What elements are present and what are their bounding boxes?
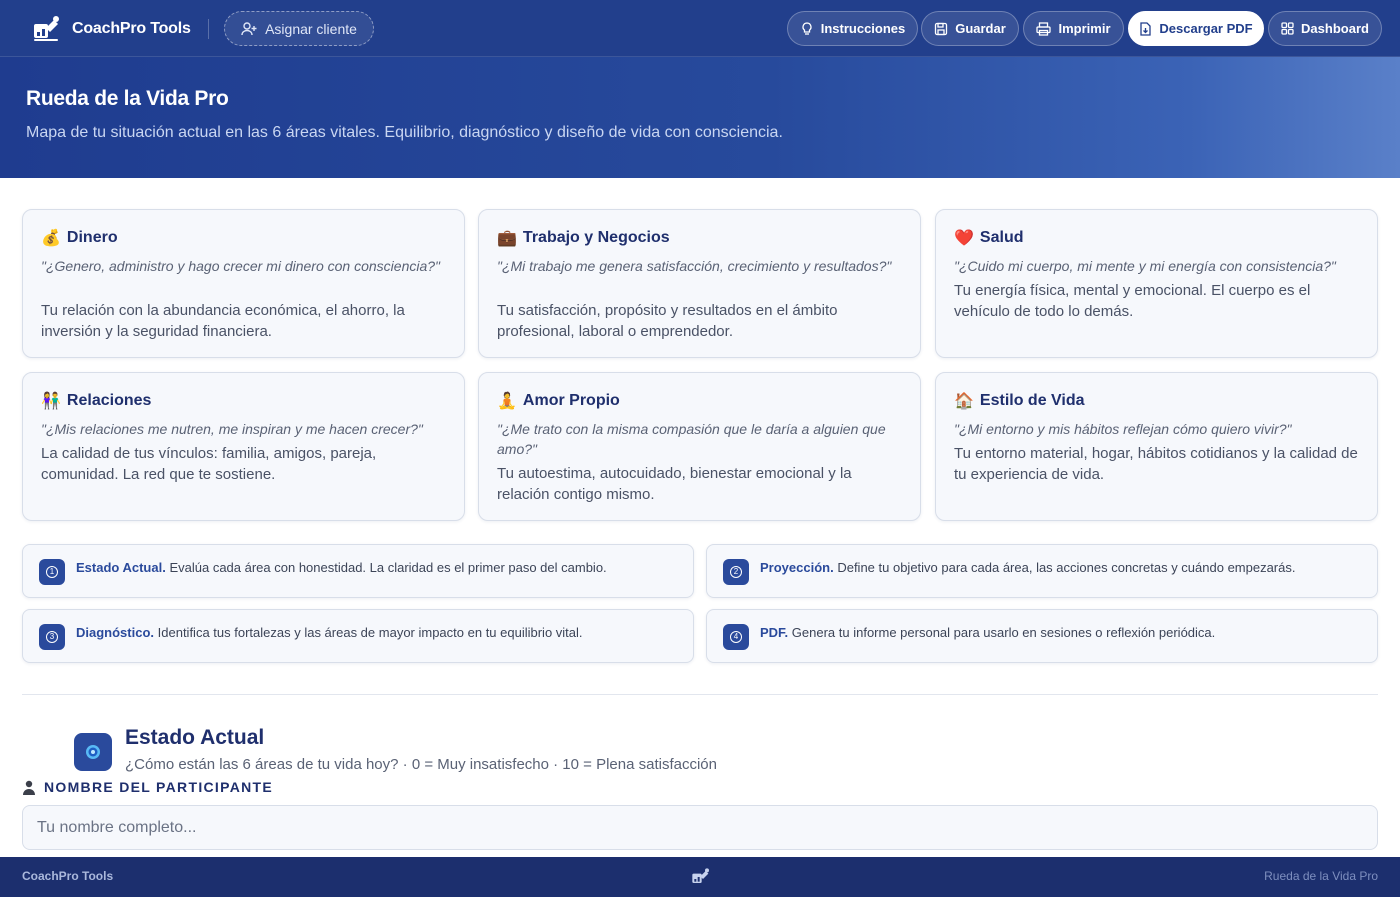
target-icon: [74, 733, 112, 771]
step-card-proyeccion: 2 Proyección. Define tu objetivo para ca…: [706, 544, 1378, 598]
heart-icon: ❤️: [954, 230, 974, 247]
brand-logo-icon: [32, 14, 62, 44]
print-button[interactable]: Imprimir: [1023, 11, 1124, 46]
divider: [208, 19, 209, 39]
area-description: La calidad de tus vínculos: familia, ami…: [41, 445, 377, 483]
step-title: PDF.: [760, 625, 789, 640]
area-description: Tu energía física, mental y emocional. E…: [954, 282, 1311, 320]
money-bag-icon: 💰: [41, 230, 61, 247]
step-description: Genera tu informe personal para usarlo e…: [791, 625, 1216, 640]
brand[interactable]: CoachPro Tools: [32, 14, 191, 44]
lightbulb-icon: [802, 21, 812, 35]
step-card-estado-actual: 1 Estado Actual. Evalúa cada área con ho…: [22, 544, 694, 598]
top-bar: CoachPro Tools Asignar cliente Instrucci…: [0, 0, 1400, 57]
area-title: Amor Propio: [522, 392, 620, 409]
area-title: Trabajo y Negocios: [522, 229, 670, 246]
download-pdf-button[interactable]: Descargar PDF: [1128, 11, 1264, 46]
area-description: Tu relación con la abundancia económica,…: [41, 302, 405, 340]
area-card-estilo-de-vida: 🏠 Estilo de Vida "¿Mi entorno y mis hábi…: [935, 372, 1378, 521]
area-quote: "¿Mis relaciones me nutren, me inspiran …: [41, 421, 423, 437]
assign-client-label: Asignar cliente: [265, 20, 357, 37]
save-button[interactable]: Guardar: [921, 11, 1019, 46]
area-card-relaciones: 👫 Relaciones "¿Mis relaciones me nutren,…: [22, 372, 465, 521]
grid-icon: [1281, 22, 1294, 35]
save-icon: [935, 22, 948, 35]
step-text: PDF. Genera tu informe personal para usa…: [760, 624, 1365, 642]
page-subtitle: Mapa de tu situación actual en las 6 áre…: [26, 124, 783, 141]
dashboard-label: Dashboard: [1301, 21, 1369, 36]
step-number-badge: 2: [723, 559, 749, 585]
person-icon: [23, 780, 35, 795]
download-file-icon: [1140, 21, 1152, 36]
participant-label-text: NOMBRE DEL PARTICIPANTE: [44, 779, 274, 795]
step-title: Proyección.: [760, 560, 834, 575]
footer: CoachPro Tools Rueda de la Vida Pro: [0, 857, 1400, 897]
step-description: Define tu objetivo para cada área, las a…: [837, 560, 1296, 575]
area-quote: "¿Mi entorno y mis hábitos reflejan cómo…: [954, 421, 1292, 437]
area-card-title: 🏠 Estilo de Vida: [954, 391, 1085, 411]
step-number-badge: 4: [723, 624, 749, 650]
area-card-title: ❤️ Salud: [954, 228, 1023, 248]
step-number: 2: [730, 566, 742, 578]
footer-logo-icon: [691, 867, 711, 887]
area-card-title: 💰 Dinero: [41, 228, 118, 248]
briefcase-icon: 💼: [497, 230, 517, 247]
area-quote: "¿Me trato con la misma compasión que le…: [497, 421, 886, 457]
step-number-badge: 3: [39, 624, 65, 650]
area-quote: "¿Genero, administro y hago crecer mi di…: [41, 258, 441, 274]
section-title: Estado Actual: [125, 726, 265, 749]
page-title: Rueda de la Vida Pro: [26, 87, 229, 110]
instructions-button[interactable]: Instrucciones: [787, 11, 918, 46]
hero-banner: Rueda de la Vida Pro Mapa de tu situació…: [0, 57, 1400, 178]
area-title: Dinero: [66, 229, 118, 246]
save-label: Guardar: [955, 21, 1006, 36]
area-card-amor-propio: 🧘 Amor Propio "¿Me trato con la misma co…: [478, 372, 921, 521]
assign-client-button[interactable]: Asignar cliente: [224, 11, 374, 46]
download-pdf-label: Descargar PDF: [1159, 21, 1253, 36]
area-description: Tu entorno material, hogar, hábitos coti…: [954, 445, 1358, 483]
area-card-salud: ❤️ Salud "¿Cuido mi cuerpo, mi mente y m…: [935, 209, 1378, 358]
section-divider: [22, 694, 1378, 695]
participant-name-input[interactable]: [22, 805, 1378, 850]
area-description: Tu satisfacción, propósito y resultados …: [497, 302, 838, 340]
step-number: 4: [730, 631, 742, 643]
area-quote: "¿Cuido mi cuerpo, mi mente y mi energía…: [954, 258, 1336, 274]
area-description: Tu autoestima, autocuidado, bienestar em…: [497, 465, 852, 503]
house-icon: 🏠: [954, 393, 974, 410]
area-title: Relaciones: [66, 392, 152, 409]
step-number: 3: [46, 631, 58, 643]
area-title: Salud: [979, 229, 1024, 246]
area-quote: "¿Mi trabajo me genera satisfacción, cre…: [497, 258, 892, 274]
step-title: Diagnóstico.: [76, 625, 155, 640]
step-text: Diagnóstico. Identifica tus fortalezas y…: [76, 624, 681, 642]
footer-page-name: Rueda de la Vida Pro: [1264, 869, 1378, 883]
step-text: Proyección. Define tu objetivo para cada…: [760, 559, 1365, 577]
step-description: Evalúa cada área con honestidad. La clar…: [169, 560, 607, 575]
step-description: Identifica tus fortalezas y las áreas de…: [157, 625, 583, 640]
step-card-pdf: 4 PDF. Genera tu informe personal para u…: [706, 609, 1378, 663]
area-card-trabajo: 💼 Trabajo y Negocios "¿Mi trabajo me gen…: [478, 209, 921, 358]
meditation-icon: 🧘: [497, 393, 517, 410]
brand-name: CoachPro Tools: [72, 20, 191, 37]
step-card-diagnostico: 3 Diagnóstico. Identifica tus fortalezas…: [22, 609, 694, 663]
area-card-title: 💼 Trabajo y Negocios: [497, 228, 670, 248]
add-user-icon: [241, 21, 257, 35]
area-title: Estilo de Vida: [979, 392, 1085, 409]
footer-brand: CoachPro Tools: [22, 869, 114, 883]
area-card-title: 🧘 Amor Propio: [497, 391, 620, 411]
print-label: Imprimir: [1058, 21, 1111, 36]
step-number: 1: [46, 566, 58, 578]
step-title: Estado Actual.: [76, 560, 166, 575]
step-number-badge: 1: [39, 559, 65, 585]
instructions-label: Instrucciones: [820, 21, 906, 36]
area-card-dinero: 💰 Dinero "¿Genero, administro y hago cre…: [22, 209, 465, 358]
people-icon: 👫: [41, 393, 61, 410]
area-card-title: 👫 Relaciones: [41, 391, 151, 411]
dashboard-button[interactable]: Dashboard: [1268, 11, 1382, 46]
printer-icon: [1036, 21, 1052, 36]
step-text: Estado Actual. Evalúa cada área con hone…: [76, 559, 681, 577]
participant-name-label: NOMBRE DEL PARTICIPANTE: [22, 779, 273, 795]
section-subtitle: ¿Cómo están las 6 áreas de tu vida hoy? …: [125, 756, 717, 773]
